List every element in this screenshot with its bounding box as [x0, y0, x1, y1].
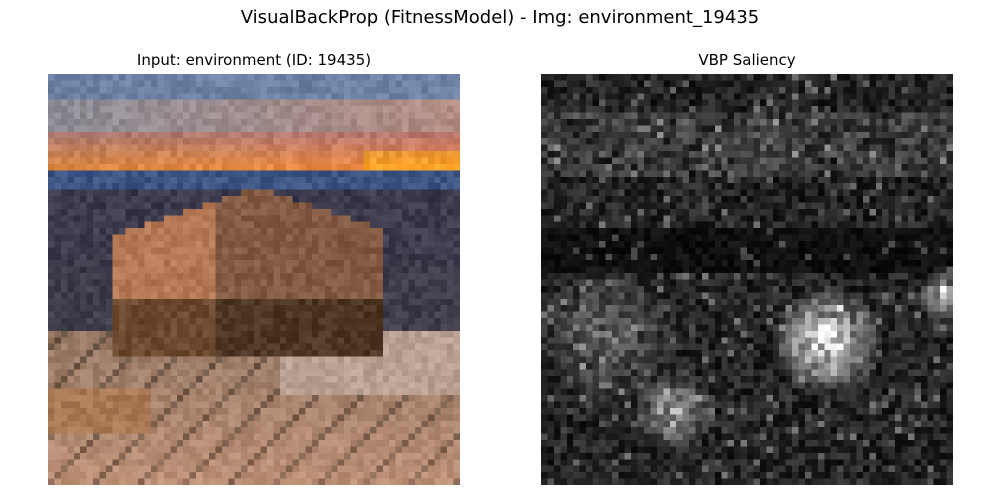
saliency-panel: VBP Saliency: [541, 48, 953, 485]
saliency-map: [541, 74, 953, 485]
input-panel: Input: environment (ID: 19435): [48, 48, 460, 485]
input-panel-title: Input: environment (ID: 19435): [136, 51, 372, 69]
saliency-panel-title: VBP Saliency: [698, 51, 796, 69]
figure-title: VisualBackProp (FitnessModel) - Img: env…: [240, 7, 760, 28]
input-image: [48, 74, 460, 485]
figure-window: VisualBackProp (FitnessModel) - Img: env…: [0, 0, 1000, 500]
